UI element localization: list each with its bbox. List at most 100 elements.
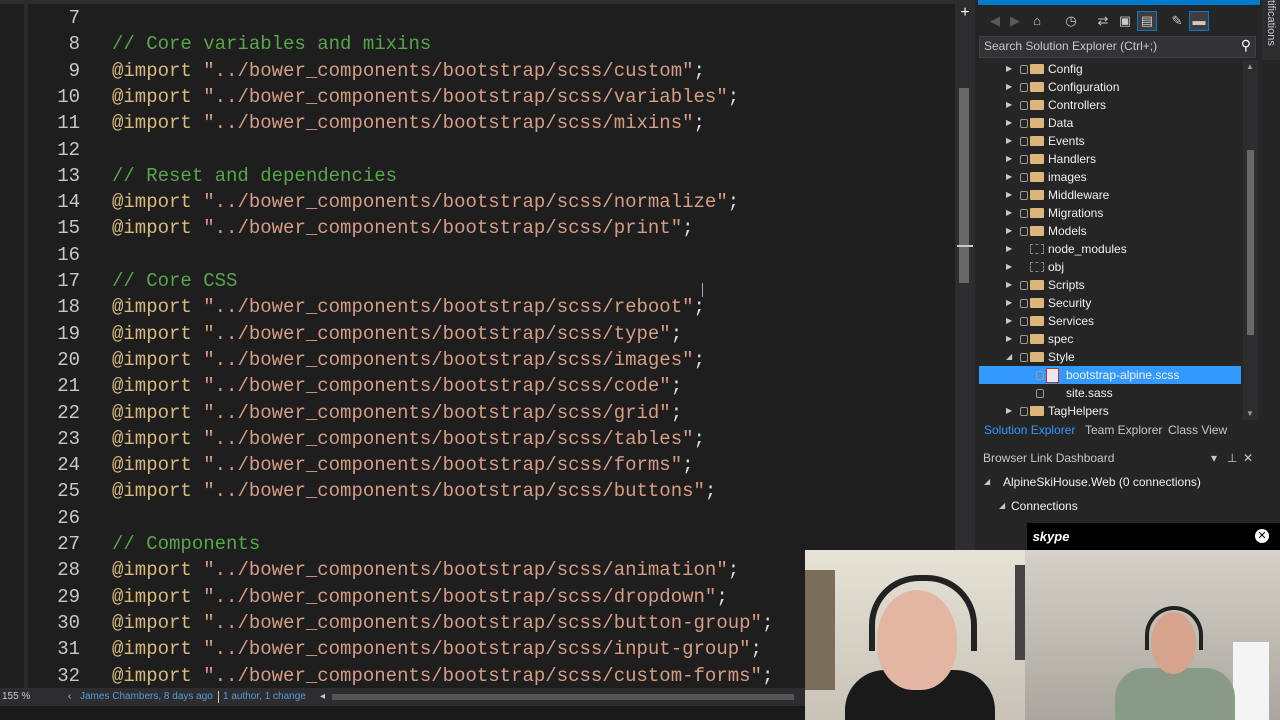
code-line[interactable]: 17 // Core CSS	[0, 268, 955, 294]
collapsed-icon[interactable]: ▶	[1006, 132, 1012, 150]
split-editor-icon[interactable]: +	[958, 5, 972, 21]
code-line[interactable]: 11 @import "../bower_components/bootstrap…	[0, 110, 955, 136]
tree-scroll-thumb[interactable]	[1247, 150, 1254, 335]
code-line[interactable]: 14 @import "../bower_components/bootstrap…	[0, 189, 955, 215]
tree-item[interactable]: ▶ Security	[979, 294, 1241, 312]
tree-item[interactable]: ▶ obj	[979, 258, 1241, 276]
code-line[interactable]: 7	[0, 5, 955, 31]
tree-item-label: Config	[1048, 62, 1083, 76]
solution-tree[interactable]: ▶ Config ▶ Configuration ▶ Controllers ▶ Data ▶ E…	[979, 60, 1241, 420]
collapsed-icon[interactable]: ▶	[1006, 330, 1012, 348]
tab-class-view[interactable]: Class View	[1168, 421, 1227, 439]
tree-item-label: Security	[1048, 296, 1092, 310]
tab-team-explorer[interactable]: Team Explorer	[1085, 421, 1162, 439]
expand-down-icon[interactable]: ◢	[984, 477, 990, 486]
close-video-icon[interactable]: ✕	[1255, 529, 1269, 543]
code-line[interactable]: 23 @import "../bower_components/bootstrap…	[0, 426, 955, 452]
home-icon[interactable]: ⌂	[1028, 12, 1046, 30]
collapsed-icon[interactable]: ▶	[1006, 186, 1012, 204]
sync-icon[interactable]: ⇄	[1094, 12, 1112, 30]
expand-down-icon[interactable]: ◢	[999, 501, 1005, 510]
collapsed-icon[interactable]: ▶	[1006, 168, 1012, 186]
codelens-author[interactable]: James Chambers, 8 days ago	[80, 688, 213, 706]
collapsed-icon[interactable]: ▶	[1006, 114, 1012, 132]
code-line[interactable]: 8 // Core variables and mixins	[0, 31, 955, 57]
tree-item[interactable]: site.sass	[979, 384, 1241, 402]
tree-item[interactable]: bootstrap-alpine.scss	[979, 366, 1241, 384]
collapse-all-icon[interactable]: ▣	[1116, 12, 1134, 30]
collapsed-icon[interactable]: ▶	[1006, 150, 1012, 168]
code-line[interactable]: 22 @import "../bower_components/bootstrap…	[0, 400, 955, 426]
collapsed-icon[interactable]: ▶	[1006, 96, 1012, 114]
tree-item[interactable]: ▶ images	[979, 168, 1241, 186]
scroll-left-icon[interactable]: ◂	[320, 688, 325, 706]
code-line[interactable]: 21 @import "../bower_components/bootstrap…	[0, 373, 955, 399]
code-text: @import "../bower_components/bootstrap/s…	[112, 478, 716, 504]
tree-item[interactable]: ▶ Controllers	[979, 96, 1241, 114]
code-line[interactable]: 18 @import "../bower_components/bootstrap…	[0, 294, 955, 320]
collapsed-icon[interactable]: ▶	[1006, 222, 1012, 240]
search-icon[interactable]: ⚲	[1241, 37, 1251, 54]
scroll-up-icon[interactable]: ▲	[1246, 62, 1254, 71]
tree-item[interactable]: ▶ Models	[979, 222, 1241, 240]
forward-icon[interactable]: ▶	[1006, 12, 1024, 30]
tree-item-label: Models	[1048, 224, 1087, 238]
collapsed-icon[interactable]: ▶	[1006, 312, 1012, 330]
dropdown-icon[interactable]: ▾	[1211, 448, 1217, 468]
code-line[interactable]: 20 @import "../bower_components/bootstrap…	[0, 347, 955, 373]
codelens-changes[interactable]: 1 author, 1 change	[223, 688, 306, 706]
zoom-level[interactable]: 155 %	[2, 688, 30, 706]
scrollbar-thumb[interactable]	[959, 88, 969, 283]
tree-item[interactable]: ▶ Handlers	[979, 150, 1241, 168]
close-icon[interactable]: ✕	[1243, 448, 1253, 468]
scroll-down-icon[interactable]: ▼	[1246, 409, 1254, 418]
tree-item[interactable]: ▶ TagHelpers	[979, 402, 1241, 420]
pin-icon[interactable]: ⊥	[1227, 448, 1237, 468]
folder-icon	[1030, 226, 1044, 236]
horizontal-scrollbar-thumb[interactable]	[332, 694, 794, 700]
code-line[interactable]: 19 @import "../bower_components/bootstrap…	[0, 321, 955, 347]
tree-item[interactable]: ▶ Events	[979, 132, 1241, 150]
collapsed-icon[interactable]: ▶	[1006, 78, 1012, 96]
history-icon[interactable]: ◷	[1062, 12, 1080, 30]
chevron-left-icon[interactable]: ‹	[68, 688, 71, 706]
expanded-icon[interactable]: ◢	[1006, 348, 1012, 366]
tree-item[interactable]: ▶ Migrations	[979, 204, 1241, 222]
code-line[interactable]: 10 @import "../bower_components/bootstrap…	[0, 84, 955, 110]
notifications-tab[interactable]: tifications	[1262, 0, 1280, 60]
code-line[interactable]: 15 @import "../bower_components/bootstrap…	[0, 215, 955, 241]
back-icon[interactable]: ◀	[986, 12, 1004, 30]
code-line[interactable]: 9 @import "../bower_components/bootstrap/…	[0, 58, 955, 84]
solution-explorer-search[interactable]: Search Solution Explorer (Ctrl+;) ⚲	[979, 36, 1256, 58]
code-line[interactable]: 26	[0, 505, 955, 531]
collapsed-icon[interactable]: ▶	[1006, 240, 1012, 258]
preview-icon[interactable]: ▬	[1189, 11, 1209, 31]
tree-item[interactable]: ▶ Services	[979, 312, 1241, 330]
collapsed-icon[interactable]: ▶	[1006, 276, 1012, 294]
tree-item[interactable]: ▶ Data	[979, 114, 1241, 132]
tree-item[interactable]: ▶ spec	[979, 330, 1241, 348]
browser-link-connections[interactable]: Connections	[1011, 497, 1078, 515]
line-number: 11	[57, 112, 80, 135]
collapsed-icon[interactable]: ▶	[1006, 258, 1012, 276]
collapsed-icon[interactable]: ▶	[1006, 60, 1012, 78]
show-all-files-icon[interactable]: ▤	[1137, 11, 1157, 31]
browser-link-project[interactable]: AlpineSkiHouse.Web (0 connections)	[1003, 473, 1201, 491]
collapsed-icon[interactable]: ▶	[1006, 294, 1012, 312]
tree-item[interactable]: ▶ Middleware	[979, 186, 1241, 204]
collapsed-icon[interactable]: ▶	[1006, 402, 1012, 420]
properties-icon[interactable]: ✎	[1168, 12, 1186, 30]
tree-item[interactable]: ◢ Style	[979, 348, 1241, 366]
code-line[interactable]: 16	[0, 242, 955, 268]
tree-item[interactable]: ▶ Configuration	[979, 78, 1241, 96]
tree-item[interactable]: ▶ Config	[979, 60, 1241, 78]
code-line[interactable]: 24 @import "../bower_components/bootstrap…	[0, 452, 955, 478]
collapsed-icon[interactable]: ▶	[1006, 204, 1012, 222]
tree-scrollbar[interactable]: ▲ ▼	[1243, 60, 1258, 420]
tree-item[interactable]: ▶ Scripts	[979, 276, 1241, 294]
tree-item[interactable]: ▶ node_modules	[979, 240, 1241, 258]
code-line[interactable]: 25 @import "../bower_components/bootstrap…	[0, 478, 955, 504]
code-line[interactable]: 13 // Reset and dependencies	[0, 163, 955, 189]
code-line[interactable]: 12	[0, 137, 955, 163]
tab-solution-explorer[interactable]: Solution Explorer	[984, 421, 1075, 439]
